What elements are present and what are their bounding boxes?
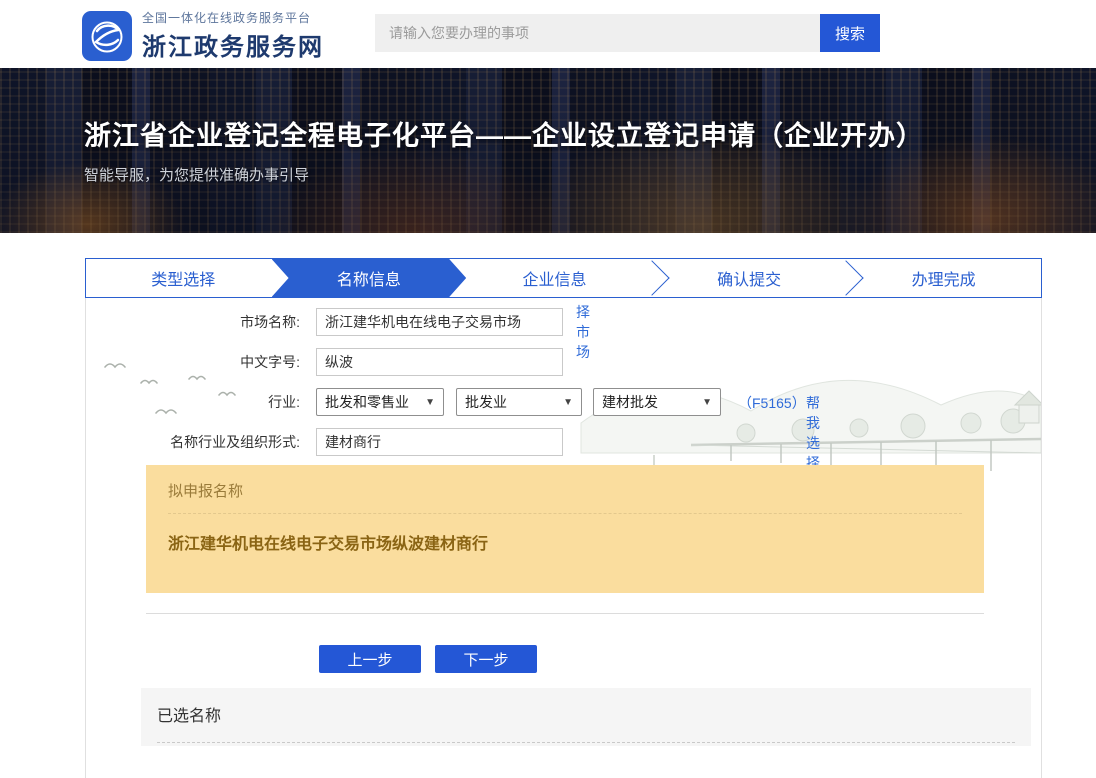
chevron-down-icon: ▼ (425, 397, 435, 408)
page-subtitle: 智能导服，为您提供准确办事引导 (84, 164, 309, 185)
next-step-button[interactable]: 下一步 (435, 645, 537, 673)
market-name-input[interactable] (316, 308, 563, 336)
site-logo-icon (82, 11, 132, 61)
industry-level1-select[interactable]: 批发和零售业 ▼ (316, 388, 444, 416)
selected-names-panel: 已选名称 (141, 688, 1031, 746)
industry-level3-select[interactable]: 建材批发 ▼ (593, 388, 721, 416)
proposed-name-value: 浙江建华机电在线电子交易市场纵波建材商行 (168, 530, 962, 554)
name-org-form-input[interactable] (316, 428, 563, 456)
industry-level1-value: 批发和零售业 (325, 392, 409, 412)
industry-level2-value: 批发业 (465, 392, 507, 412)
notice-divider (168, 513, 962, 514)
name-org-form-label: 名称行业及组织形式: (86, 432, 308, 452)
step-name-info[interactable]: 名称信息 (272, 259, 467, 297)
search-input[interactable] (375, 14, 820, 52)
step-type-selection[interactable]: 类型选择 (86, 259, 281, 297)
industry-level3-value: 建材批发 (602, 392, 658, 412)
hero-banner: 浙江省企业登记全程电子化平台——企业设立登记申请（企业开办） 智能导服，为您提供… (0, 68, 1096, 233)
previous-step-button[interactable]: 上一步 (319, 645, 421, 673)
chinese-font-name-input[interactable] (316, 348, 563, 376)
step-company-info[interactable]: 企业信息 (457, 259, 652, 297)
chevron-down-icon: ▼ (563, 397, 573, 408)
select-market-link[interactable]: 选择市场 (576, 298, 590, 362)
form-area: 市场名称: 选择市场 中文字号: 行业: 批发和零售业 ▼ 批发业 ▼ 建材批发… (86, 298, 1041, 746)
header-search-bar: 搜索 (375, 14, 880, 52)
selected-names-divider (157, 742, 1015, 743)
chinese-font-name-label: 中文字号: (86, 352, 308, 372)
market-name-label: 市场名称: (86, 312, 308, 332)
search-button[interactable]: 搜索 (820, 14, 880, 52)
section-divider (146, 613, 984, 614)
industry-code: （F5165） (738, 393, 806, 413)
step-wizard: 类型选择 名称信息 企业信息 确认提交 办理完成 (85, 258, 1042, 298)
help-me-choose-link[interactable]: 帮我选择 (806, 393, 820, 473)
page-title: 浙江省企业登记全程电子化平台——企业设立登记申请（企业开办） (84, 114, 924, 153)
proposed-name-heading: 拟申报名称 (168, 480, 962, 501)
site-logo[interactable]: 全国一体化在线政务服务平台 浙江政务服务网 (82, 9, 324, 62)
step-complete[interactable]: 办理完成 (846, 259, 1041, 297)
industry-label: 行业: (86, 392, 308, 412)
main-card: 类型选择 名称信息 企业信息 确认提交 办理完成 (85, 258, 1042, 778)
site-name: 浙江政务服务网 (142, 27, 324, 62)
chevron-down-icon: ▼ (702, 397, 712, 408)
platform-tagline: 全国一体化在线政务服务平台 (142, 9, 324, 26)
selected-names-heading: 已选名称 (141, 688, 1031, 726)
proposed-name-panel: 拟申报名称 浙江建华机电在线电子交易市场纵波建材商行 (146, 465, 984, 593)
site-header: 全国一体化在线政务服务平台 浙江政务服务网 搜索 (0, 0, 1096, 68)
step-confirm-submit[interactable]: 确认提交 (652, 259, 847, 297)
industry-level2-select[interactable]: 批发业 ▼ (456, 388, 582, 416)
